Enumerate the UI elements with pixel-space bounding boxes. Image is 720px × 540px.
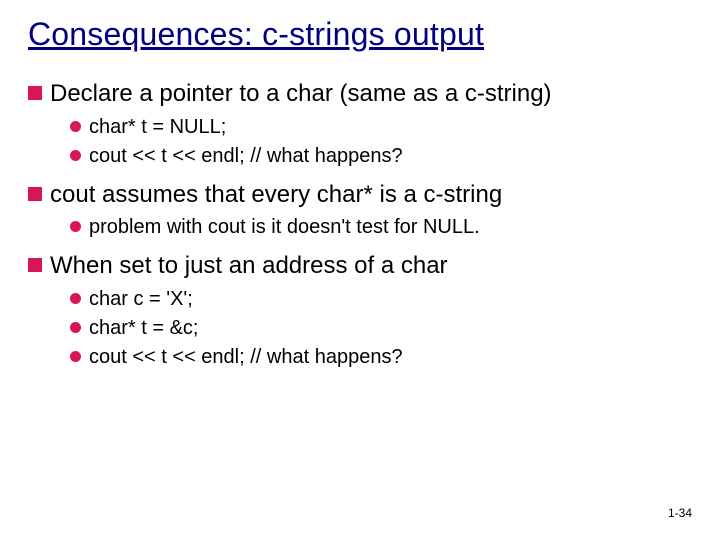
sub-bullet-group: problem with cout is it doesn't test for… xyxy=(70,214,692,241)
sub-bullet-text: cout << t << endl; // what happens? xyxy=(89,143,403,170)
bullet-level2: cout << t << endl; // what happens? xyxy=(70,143,692,170)
bullet-level1: When set to just an address of a char xyxy=(28,251,692,282)
sub-bullet-text: cout << t << endl; // what happens? xyxy=(89,344,403,371)
circle-bullet-icon xyxy=(70,121,81,132)
circle-bullet-icon xyxy=(70,150,81,161)
circle-bullet-icon xyxy=(70,322,81,333)
sub-bullet-group: char c = 'X'; char* t = &c; cout << t <<… xyxy=(70,286,692,371)
slide-title: Consequences: c-strings output xyxy=(28,16,692,53)
bullet-level2: char c = 'X'; xyxy=(70,286,692,313)
square-bullet-icon xyxy=(28,86,42,100)
sub-bullet-text: problem with cout is it doesn't test for… xyxy=(89,214,480,241)
content-area: Declare a pointer to a char (same as a c… xyxy=(28,79,692,371)
bullet-text: When set to just an address of a char xyxy=(50,251,448,282)
circle-bullet-icon xyxy=(70,351,81,362)
bullet-text: cout assumes that every char* is a c-str… xyxy=(50,180,502,211)
square-bullet-icon xyxy=(28,258,42,272)
sub-bullet-group: char* t = NULL; cout << t << endl; // wh… xyxy=(70,114,692,170)
square-bullet-icon xyxy=(28,187,42,201)
bullet-level2: cout << t << endl; // what happens? xyxy=(70,344,692,371)
bullet-level2: problem with cout is it doesn't test for… xyxy=(70,214,692,241)
sub-bullet-text: char* t = NULL; xyxy=(89,114,226,141)
slide-number: 1-34 xyxy=(668,506,692,520)
circle-bullet-icon xyxy=(70,221,81,232)
circle-bullet-icon xyxy=(70,293,81,304)
bullet-level1: Declare a pointer to a char (same as a c… xyxy=(28,79,692,110)
sub-bullet-text: char c = 'X'; xyxy=(89,286,193,313)
bullet-level1: cout assumes that every char* is a c-str… xyxy=(28,180,692,211)
bullet-text: Declare a pointer to a char (same as a c… xyxy=(50,79,552,110)
bullet-level2: char* t = NULL; xyxy=(70,114,692,141)
bullet-level2: char* t = &c; xyxy=(70,315,692,342)
sub-bullet-text: char* t = &c; xyxy=(89,315,199,342)
